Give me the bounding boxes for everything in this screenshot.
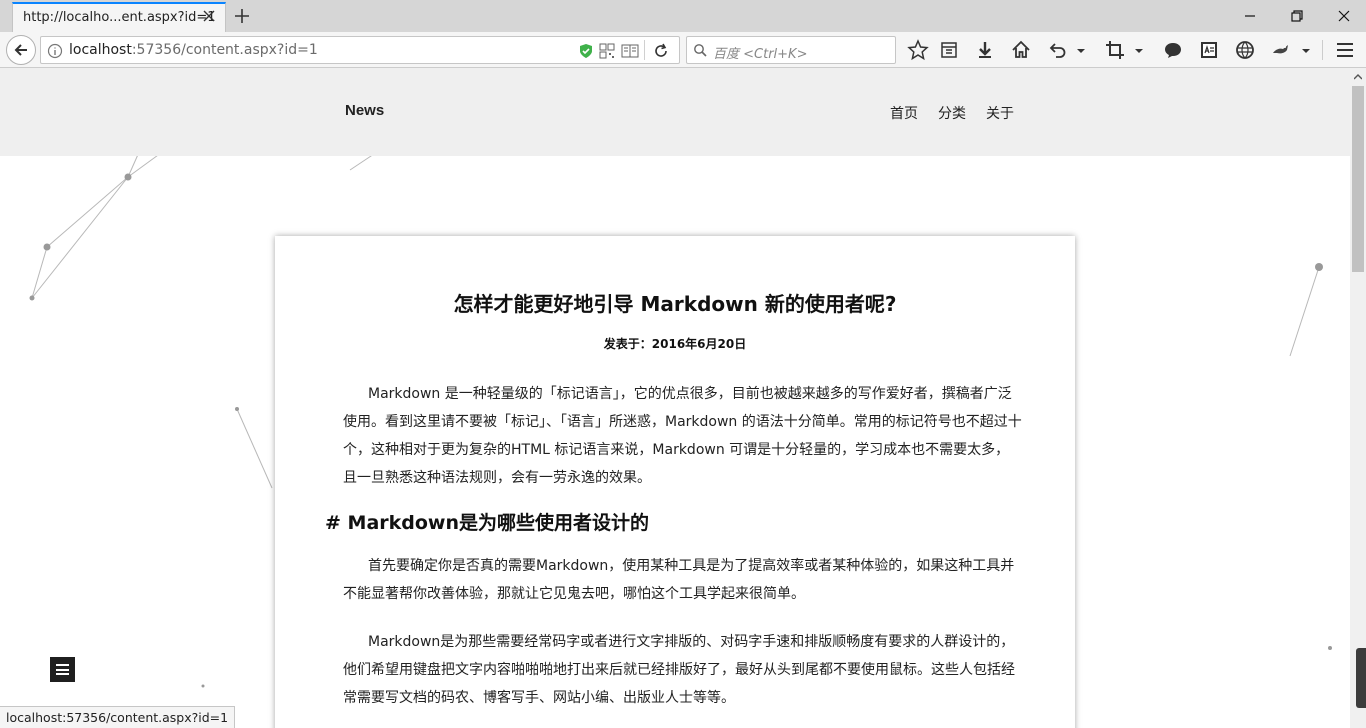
chat-bubble-icon[interactable] xyxy=(1162,39,1184,61)
info-icon[interactable] xyxy=(47,43,63,59)
divider xyxy=(1322,40,1323,60)
close-window-icon[interactable] xyxy=(1334,6,1354,26)
floating-menu-button[interactable] xyxy=(50,657,75,682)
scroll-up-icon[interactable] xyxy=(1354,73,1362,81)
nav-home[interactable]: 首页 xyxy=(890,103,918,123)
menu-bar xyxy=(56,673,69,675)
menu-bar xyxy=(56,668,69,671)
article-date: 发表于：2016年6月20日 xyxy=(603,337,747,351)
home-icon[interactable] xyxy=(1010,39,1032,61)
article-title: 怎样才能更好地引导 Markdown 新的使用者呢? xyxy=(453,292,897,316)
minimize-icon[interactable] xyxy=(1240,6,1260,26)
active-tab[interactable]: http://localho...ent.aspx?id=1 xyxy=(12,2,226,32)
tab-title: http://localho...ent.aspx?id=1 xyxy=(23,10,216,25)
qr-code-icon[interactable] xyxy=(599,43,615,59)
lizard-extension-icon[interactable] xyxy=(1270,39,1292,61)
url-path: :57356/content.aspx?id=1 xyxy=(131,42,318,58)
bookmark-star-icon[interactable] xyxy=(907,39,929,61)
nav-about[interactable]: 关于 xyxy=(986,103,1014,123)
back-arrow-icon xyxy=(14,44,27,56)
reload-icon[interactable] xyxy=(653,43,669,59)
section-heading: # Markdown是为哪些使用者设计的 xyxy=(325,512,650,534)
new-tab-icon[interactable] xyxy=(232,6,252,26)
url-text[interactable]: localhost:57356/content.aspx?id=1 xyxy=(69,42,318,58)
site-brand[interactable]: News xyxy=(345,102,384,119)
divider xyxy=(644,40,645,60)
page-viewport: News 首页 分类 关于 怎样才能更好地引导 Markdown 新的使用者呢?… xyxy=(0,68,1350,728)
tab-strip: http://localho...ent.aspx?id=1 xyxy=(0,0,1366,32)
side-widget-tab[interactable] xyxy=(1356,648,1366,708)
globe-extension-icon[interactable] xyxy=(1234,39,1256,61)
menu-bar xyxy=(56,664,69,666)
back-button[interactable] xyxy=(6,35,36,65)
chevron-down-icon[interactable] xyxy=(1132,39,1146,61)
download-icon[interactable] xyxy=(974,39,996,61)
vertical-scrollbar[interactable] xyxy=(1350,68,1366,728)
reader-view-icon[interactable] xyxy=(621,43,639,59)
status-bar-url: localhost:57356/content.aspx?id=1 xyxy=(0,706,236,728)
site-header: News 首页 分类 关于 xyxy=(0,68,1350,156)
undo-icon[interactable] xyxy=(1046,39,1068,61)
url-bar[interactable]: localhost:57356/content.aspx?id=1 xyxy=(40,36,680,64)
hamburger-menu-icon[interactable] xyxy=(1334,39,1356,61)
article-paragraph: Markdown 是一种轻量级的「标记语言」，它的优点很多，目前也被越来越多的写… xyxy=(343,386,1022,486)
search-placeholder: 百度 <Ctrl+K> xyxy=(713,47,808,62)
crop-screenshot-icon[interactable] xyxy=(1104,39,1126,61)
translate-icon[interactable] xyxy=(1198,39,1220,61)
url-host: localhost xyxy=(69,42,132,58)
search-icon xyxy=(694,44,707,57)
chevron-down-icon[interactable] xyxy=(1074,39,1088,61)
search-input[interactable]: 百度 <Ctrl+K> xyxy=(686,36,896,64)
restore-icon[interactable] xyxy=(1287,6,1307,26)
scrollbar-thumb[interactable] xyxy=(1352,86,1364,272)
article-paragraph: Markdown是为那些需要经常码字或者进行文字排版的、对码字手速和排版顺畅度有… xyxy=(343,634,1015,706)
article-card: 怎样才能更好地引导 Markdown 新的使用者呢? 发表于：2016年6月20… xyxy=(275,236,1075,728)
shield-check-icon[interactable] xyxy=(578,43,594,59)
close-tab-icon[interactable] xyxy=(201,8,217,24)
bookmarks-list-icon[interactable] xyxy=(938,39,960,61)
chevron-down-icon[interactable] xyxy=(1299,39,1313,61)
article-paragraph: 首先要确定你是否真的需要Markdown，使用某种工具是为了提高效率或者某种体验… xyxy=(343,558,1015,602)
navigation-toolbar: localhost:57356/content.aspx?id=1 百度 <Ct… xyxy=(0,32,1366,68)
nav-category[interactable]: 分类 xyxy=(938,103,966,123)
